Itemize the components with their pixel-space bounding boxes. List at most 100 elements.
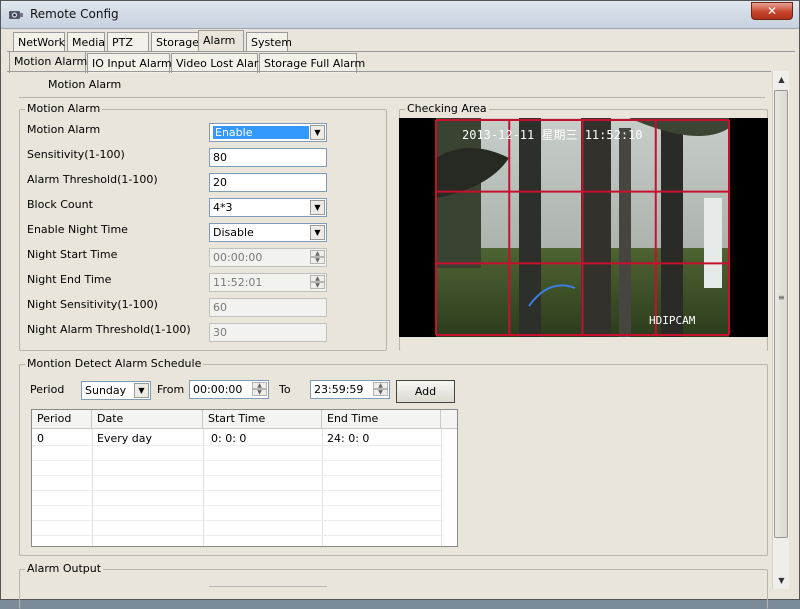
alarm-output-group: Alarm Output: [19, 562, 768, 609]
chevron-down-icon[interactable]: ▼: [310, 125, 325, 140]
motion-alarm-legend: Motion Alarm: [25, 102, 103, 115]
column-divider: [322, 429, 323, 546]
subtab-storage-full-alarm[interactable]: Storage Full Alarm: [259, 53, 365, 73]
scroll-up-icon[interactable]: ▲: [773, 71, 790, 88]
night-alarm-threshold-label: Night Alarm Threshold(1-100): [27, 323, 191, 336]
spin-down-icon[interactable]: ▼: [252, 389, 267, 396]
app-icon: [9, 11, 23, 19]
to-time-spinner[interactable]: 23:59:59 ▲ ▼: [310, 380, 390, 399]
row-divider: [32, 490, 443, 491]
sensitivity-label: Sensitivity(1-100): [27, 148, 125, 161]
spin-up-icon[interactable]: ▲: [373, 382, 388, 389]
block-count-select[interactable]: 4*3 ▼: [209, 198, 327, 217]
spin-down-icon[interactable]: ▼: [310, 257, 325, 264]
column-divider: [203, 429, 204, 546]
period-label: Period: [30, 383, 65, 396]
column-header-filler: [441, 410, 457, 429]
grip-icon: ≡: [778, 293, 785, 302]
tab-label: Storage Full Alarm: [264, 57, 366, 70]
alarm-output-legend: Alarm Output: [25, 562, 104, 575]
osd-timestamp: 2013-12-11 星期三 11:52:10: [462, 128, 643, 142]
column-divider: [441, 429, 442, 546]
sub-tab-divider: [7, 71, 771, 72]
tab-alarm[interactable]: Alarm: [198, 30, 244, 52]
window-title: Remote Config: [30, 7, 119, 21]
alarm-threshold-value: 20: [213, 176, 227, 189]
tab-network[interactable]: NetWork: [13, 32, 65, 52]
remote-config-window: Remote Config ✕ NetWork Media PTZ Storag…: [0, 0, 800, 609]
alarm-output-field-edge: [209, 586, 327, 598]
spin-buttons[interactable]: ▲ ▼: [310, 275, 325, 290]
vertical-scrollbar[interactable]: ▲ ≡ ▼: [772, 71, 789, 589]
spin-buttons[interactable]: ▲ ▼: [252, 382, 267, 397]
night-start-time-value: 00:00:00: [213, 251, 263, 264]
chevron-down-icon[interactable]: ▼: [134, 383, 149, 398]
tab-ptz[interactable]: PTZ: [107, 32, 149, 52]
night-start-time-label: Night Start Time: [27, 248, 118, 261]
motion-alarm-label: Motion Alarm: [27, 123, 101, 136]
row-divider: [32, 520, 443, 521]
checking-area-legend: Checking Area: [405, 102, 489, 115]
scrollbar-thumb[interactable]: ≡: [774, 90, 788, 538]
column-header-end-time[interactable]: End Time: [322, 410, 441, 429]
cell-end-time: 24: 0: 0: [327, 432, 370, 445]
spin-up-icon[interactable]: ▲: [252, 382, 267, 389]
tab-label: IO Input Alarm: [92, 57, 172, 70]
cell-period: 0: [37, 432, 44, 445]
from-label: From: [157, 383, 185, 396]
sensitivity-input[interactable]: 80: [209, 148, 327, 167]
add-schedule-button[interactable]: Add: [396, 380, 455, 403]
motion-alarm-select[interactable]: Enable ▼: [209, 123, 327, 142]
spin-buttons[interactable]: ▲ ▼: [310, 250, 325, 265]
period-select[interactable]: Sunday ▼: [81, 381, 151, 400]
section-divider: [19, 97, 765, 98]
subtab-io-input-alarm[interactable]: IO Input Alarm: [87, 53, 172, 73]
spin-up-icon[interactable]: ▲: [310, 275, 325, 282]
tab-label: System: [251, 36, 293, 49]
close-icon: ✕: [766, 4, 778, 18]
alarm-threshold-input[interactable]: 20: [209, 173, 327, 192]
enable-night-time-select[interactable]: Disable ▼: [209, 223, 327, 242]
row-divider: [32, 475, 443, 476]
section-heading: Motion Alarm: [48, 78, 122, 91]
night-alarm-threshold-input[interactable]: 30: [209, 323, 327, 342]
tab-label: Alarm: [203, 34, 236, 47]
schedule-legend: Montion Detect Alarm Schedule: [25, 357, 204, 370]
row-divider: [32, 505, 443, 506]
tab-storage[interactable]: Storage: [151, 32, 199, 52]
night-alarm-threshold-value: 30: [213, 326, 227, 339]
tab-media[interactable]: Media: [67, 32, 105, 52]
column-header-period[interactable]: Period: [32, 410, 92, 429]
night-sensitivity-input[interactable]: 60: [209, 298, 327, 317]
spin-up-icon[interactable]: ▲: [310, 250, 325, 257]
column-header-start-time[interactable]: Start Time: [203, 410, 322, 429]
spin-buttons[interactable]: ▲ ▼: [373, 382, 388, 397]
spin-down-icon[interactable]: ▼: [310, 282, 325, 289]
subtab-video-lost-alarm[interactable]: Video Lost Alarm: [171, 53, 269, 73]
close-button[interactable]: ✕: [751, 2, 793, 20]
tab-label: NetWork: [18, 36, 66, 49]
subtab-motion-alarm[interactable]: Motion Alarm: [9, 51, 87, 73]
column-header-date[interactable]: Date: [92, 410, 203, 429]
cell-date: Every day: [97, 432, 152, 445]
night-sensitivity-label: Night Sensitivity(1-100): [27, 298, 158, 311]
camera-preview[interactable]: 2013-12-11 星期三 11:52:10 HDIPCAM: [399, 118, 768, 337]
night-start-time-spinner[interactable]: 00:00:00 ▲ ▼: [209, 248, 327, 267]
to-time-value: 23:59:59: [314, 383, 364, 396]
spin-down-icon[interactable]: ▼: [373, 389, 388, 396]
cell-start-time: 0: 0: 0: [211, 432, 247, 445]
schedule-table[interactable]: Period Date Start Time End Time 0 Every …: [31, 409, 458, 547]
chevron-down-icon[interactable]: ▼: [310, 225, 325, 240]
scroll-down-icon[interactable]: ▼: [773, 572, 790, 589]
night-end-time-spinner[interactable]: 11:52:01 ▲ ▼: [209, 273, 327, 292]
camera-snapshot: 2013-12-11 星期三 11:52:10 HDIPCAM: [435, 118, 730, 337]
row-divider: [32, 535, 443, 536]
column-divider: [92, 429, 93, 546]
main-tab-divider: [7, 51, 795, 52]
chevron-down-icon[interactable]: ▼: [310, 200, 325, 215]
from-time-spinner[interactable]: 00:00:00 ▲ ▼: [189, 380, 269, 399]
tab-system[interactable]: System: [246, 32, 292, 52]
sensitivity-value: 80: [213, 151, 227, 164]
title-bar[interactable]: Remote Config ✕: [1, 1, 799, 29]
night-end-time-label: Night End Time: [27, 273, 112, 286]
